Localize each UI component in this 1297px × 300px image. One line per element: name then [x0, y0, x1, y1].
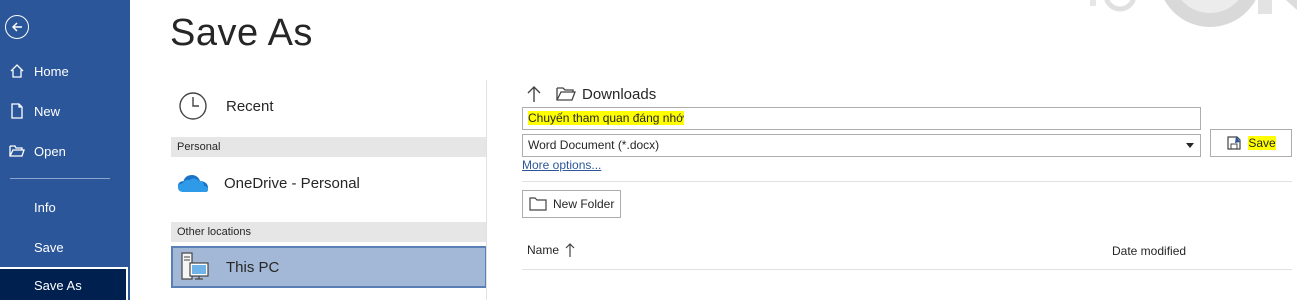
location-onedrive[interactable]: OneDrive - Personal: [171, 162, 487, 204]
filetype-dropdown[interactable]: Word Document (*.docx): [522, 134, 1201, 157]
sort-ascending-icon: [565, 242, 575, 258]
up-arrow-icon[interactable]: [522, 85, 546, 103]
sidebar-item-label: Save As: [34, 277, 82, 293]
sidebar-item-label: New: [34, 103, 61, 119]
location-label: Recent: [226, 97, 274, 115]
sidebar-item-save[interactable]: Save: [0, 229, 130, 265]
column-header-label: Name: [527, 243, 560, 257]
page-title: Save As: [170, 12, 313, 54]
sidebar-item-save-as[interactable]: Save As: [0, 267, 128, 300]
save-button-label: Save: [1248, 136, 1276, 150]
more-options-link[interactable]: More options...: [522, 158, 601, 172]
filename-input[interactable]: Chuyến tham quan đáng nhớ: [522, 107, 1201, 130]
home-icon: [0, 63, 34, 79]
sidebar-item-info[interactable]: Info: [0, 189, 130, 225]
breadcrumb: Downloads: [522, 82, 656, 106]
save-as-screen: Home New Open Info Save Save As Save As: [0, 0, 1297, 300]
location-recent[interactable]: Recent: [171, 88, 487, 124]
divider: [522, 181, 1292, 182]
column-header-date-modified[interactable]: Date modified: [1112, 244, 1186, 258]
new-folder-label: New Folder: [553, 197, 615, 211]
open-folder-icon: [0, 144, 34, 158]
current-folder-label[interactable]: Downloads: [582, 86, 656, 103]
filename-value: Chuyến tham quan đáng nhớ: [528, 111, 684, 125]
location-this-pc[interactable]: This PC: [171, 246, 487, 288]
location-label: This PC: [226, 258, 280, 276]
new-document-icon: [0, 103, 34, 119]
back-arrow-icon[interactable]: [5, 15, 29, 39]
sidebar-item-open[interactable]: Open: [0, 133, 130, 169]
folder-icon: [529, 197, 547, 211]
column-divider: [486, 80, 487, 300]
save-locations: Recent Personal OneDrive - Personal Othe…: [171, 80, 487, 300]
sidebar-item-label: Info: [34, 199, 56, 215]
location-label: OneDrive - Personal: [224, 174, 360, 192]
chevron-down-icon: [1186, 143, 1194, 148]
sidebar-item-label: Home: [34, 63, 69, 79]
sidebar-item-new[interactable]: New: [0, 93, 130, 129]
save-disk-icon: [1226, 135, 1242, 151]
sidebar-item-home[interactable]: Home: [0, 53, 130, 89]
filetype-value: Word Document (*.docx): [528, 138, 660, 152]
sidebar-divider: [10, 178, 110, 179]
clock-icon: [171, 91, 215, 121]
sidebar-item-label: Save: [34, 239, 64, 255]
file-browser-pane: Downloads Chuyến tham quan đáng nhớ Word…: [522, 80, 1297, 300]
section-header-personal: Personal: [171, 137, 486, 157]
onedrive-cloud-icon: [171, 172, 215, 194]
divider: [522, 269, 1292, 270]
section-header-other-locations: Other locations: [171, 222, 486, 242]
new-folder-button[interactable]: New Folder: [522, 190, 621, 218]
folder-icon: [556, 86, 576, 102]
column-header-name[interactable]: Name: [527, 242, 575, 258]
computer-icon: [173, 251, 217, 283]
backstage-sidebar: Home New Open Info Save Save As: [0, 0, 130, 300]
decorative-background-graphic: [1090, 0, 1297, 27]
sidebar-item-label: Open: [34, 143, 66, 159]
save-button[interactable]: Save: [1210, 129, 1292, 157]
